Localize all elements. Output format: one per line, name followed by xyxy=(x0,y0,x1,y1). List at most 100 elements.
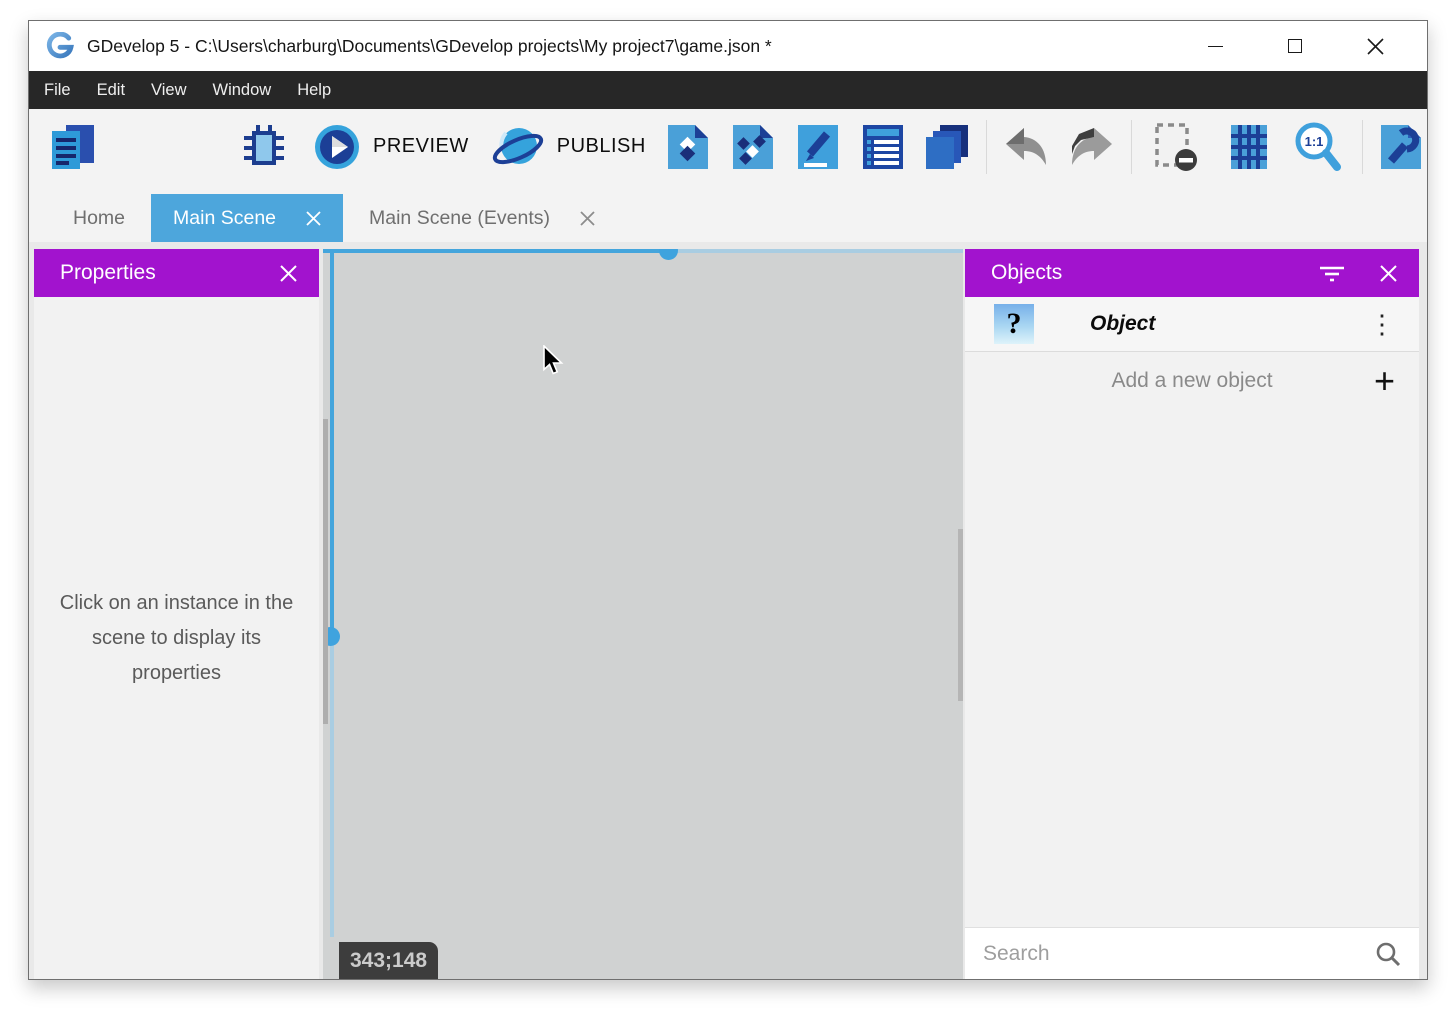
undo-icon xyxy=(1003,126,1049,168)
gdevelop-logo-icon xyxy=(46,32,74,60)
toolbar-separator xyxy=(1362,120,1363,174)
objects-panel: Objects ? Object ⋮ Add a new o xyxy=(965,249,1419,979)
debugger-button[interactable] xyxy=(240,123,288,171)
vertical-scrollbar-right[interactable] xyxy=(958,529,963,701)
tab-main-scene[interactable]: Main Scene xyxy=(151,194,343,242)
zoom-1-1-icon: 1:1 xyxy=(1292,121,1344,173)
scene-border-top xyxy=(323,249,669,253)
preview-label: PREVIEW xyxy=(373,135,469,158)
menu-window[interactable]: Window xyxy=(200,71,285,109)
wrench-file-icon xyxy=(1377,123,1425,171)
filter-icon xyxy=(1318,264,1346,282)
scene-file-icon xyxy=(664,123,712,171)
add-object-label: Add a new object xyxy=(965,369,1419,393)
properties-editor-button[interactable] xyxy=(794,123,842,171)
scene-border-left-faded xyxy=(330,637,334,937)
debug-bug-icon xyxy=(240,123,288,171)
svg-text:1:1: 1:1 xyxy=(1304,134,1323,149)
redo-button[interactable] xyxy=(1069,126,1115,168)
minimize-icon xyxy=(1208,46,1223,47)
object-menu-button[interactable]: ⋮ xyxy=(1369,311,1395,337)
filter-button[interactable] xyxy=(1318,264,1346,282)
undo-button[interactable] xyxy=(1003,126,1049,168)
publish-label: PUBLISH xyxy=(557,135,646,158)
mouse-cursor-icon xyxy=(542,345,565,381)
close-icon xyxy=(580,211,595,226)
properties-panel-body: Click on an instance in the scene to dis… xyxy=(34,297,319,979)
properties-panel: Properties Click on an instance in the s… xyxy=(34,249,319,979)
panel-title: Objects xyxy=(991,261,1318,285)
close-button[interactable] xyxy=(1335,21,1415,71)
menu-edit[interactable]: Edit xyxy=(84,71,138,109)
tab-home[interactable]: Home xyxy=(47,194,151,242)
scene-border-left xyxy=(330,249,334,637)
properties-panel-header: Properties xyxy=(34,249,319,297)
close-icon xyxy=(280,265,297,282)
close-icon xyxy=(1367,38,1384,55)
redo-icon xyxy=(1069,126,1115,168)
instances-list-button[interactable] xyxy=(859,123,907,171)
plus-icon: + xyxy=(1374,363,1395,399)
menu-file[interactable]: File xyxy=(31,71,84,109)
tab-bar: Home Main Scene Main Scene (Events) xyxy=(29,184,1427,242)
objects-list-empty-area xyxy=(965,410,1419,927)
search-input[interactable] xyxy=(983,942,1367,966)
project-manager-icon xyxy=(46,123,98,171)
toolbar-separator xyxy=(1131,120,1132,174)
objects-panel-header: Objects xyxy=(965,249,1419,297)
close-panel-button[interactable] xyxy=(280,265,297,282)
scene-canvas[interactable]: 343;148 xyxy=(323,249,963,979)
maximize-button[interactable] xyxy=(1255,21,1335,71)
toolbar: PREVIEW PUBLISH xyxy=(29,109,1427,184)
menu-bar: File Edit View Window Help xyxy=(29,71,1427,109)
editor-content: Properties Click on an instance in the s… xyxy=(29,242,1427,979)
object-thumbnail-icon: ? xyxy=(994,304,1034,344)
close-icon xyxy=(1380,265,1397,282)
layers-editor-button[interactable] xyxy=(924,123,972,171)
vertical-scrollbar-left[interactable] xyxy=(323,419,328,724)
preview-button[interactable]: PREVIEW xyxy=(313,123,469,171)
window-title: GDevelop 5 - C:\Users\charburg\Documents… xyxy=(87,36,772,57)
minimize-button[interactable] xyxy=(1175,21,1255,71)
menu-view[interactable]: View xyxy=(138,71,199,109)
tab-label: Main Scene xyxy=(173,207,276,230)
play-icon xyxy=(313,123,361,171)
grid-icon xyxy=(1226,123,1272,171)
window-controls xyxy=(1175,21,1427,71)
grid-button[interactable] xyxy=(1226,123,1272,171)
tab-label: Home xyxy=(73,207,125,230)
object-name: Object xyxy=(1090,312,1155,336)
title-bar: GDevelop 5 - C:\Users\charburg\Documents… xyxy=(29,21,1427,71)
search-icon xyxy=(1375,941,1401,967)
maximize-icon xyxy=(1288,39,1302,53)
scene-properties-button[interactable] xyxy=(1377,123,1425,171)
layers-icon xyxy=(924,123,972,171)
panel-title: Properties xyxy=(60,261,280,285)
close-panel-button[interactable] xyxy=(1380,265,1397,282)
zoom-original-button[interactable]: 1:1 xyxy=(1292,121,1344,173)
object-groups-editor-button[interactable] xyxy=(729,123,777,171)
menu-help[interactable]: Help xyxy=(284,71,344,109)
publish-button[interactable]: PUBLISH xyxy=(491,123,646,171)
scene-border-top-faded xyxy=(669,249,963,253)
deselect-icon xyxy=(1150,122,1200,172)
properties-empty-message: Click on an instance in the scene to dis… xyxy=(46,586,308,691)
project-manager-button[interactable] xyxy=(46,123,98,171)
publish-globe-icon xyxy=(491,123,545,171)
resize-handle-top[interactable] xyxy=(659,249,678,260)
tab-label: Main Scene (Events) xyxy=(369,207,550,230)
objects-search-bar xyxy=(965,927,1419,979)
objects-editor-button[interactable] xyxy=(664,123,712,171)
object-list-item[interactable]: ? Object ⋮ xyxy=(965,297,1419,352)
close-tab-button[interactable] xyxy=(580,211,595,226)
cursor-coordinates-tooltip: 343;148 xyxy=(339,942,438,979)
edit-pencil-file-icon xyxy=(794,123,842,171)
close-icon xyxy=(306,211,321,226)
close-tab-button[interactable] xyxy=(306,211,321,226)
delete-instances-button[interactable] xyxy=(1150,122,1200,172)
tab-main-scene-events[interactable]: Main Scene (Events) xyxy=(343,194,621,242)
toolbar-separator xyxy=(986,120,987,174)
app-window: GDevelop 5 - C:\Users\charburg\Documents… xyxy=(28,20,1428,980)
add-object-button[interactable]: Add a new object + xyxy=(965,352,1419,410)
group-file-icon xyxy=(729,123,777,171)
